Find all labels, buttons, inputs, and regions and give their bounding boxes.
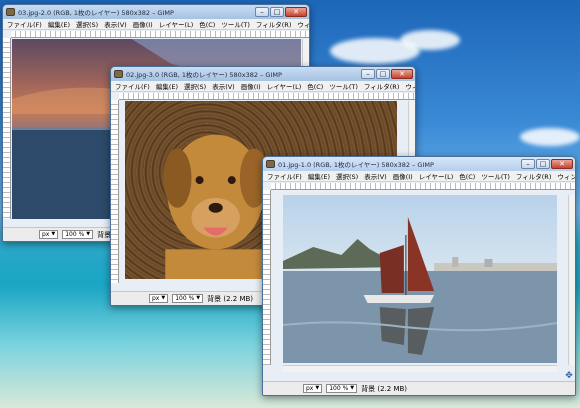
menu-layer[interactable]: レイヤー(L): [419, 171, 454, 181]
unit-select[interactable]: px ▼: [303, 384, 323, 393]
horizontal-ruler[interactable]: [271, 183, 575, 190]
sailboat-photo: [283, 217, 557, 363]
zoom-value: 100 %: [329, 385, 349, 392]
desktop-cloud: [520, 128, 580, 146]
zoom-select[interactable]: 100 % ▼: [62, 230, 94, 239]
status-bar: px ▼ 100 % ▼ 背景 (2.2 MB): [263, 381, 575, 395]
window-title: 02.jpg-3.0 (RGB, 1枚のレイヤー) 580x382 – GIMP: [126, 71, 282, 79]
vertical-ruler[interactable]: [111, 100, 119, 283]
menu-view[interactable]: 表示(V): [104, 19, 127, 29]
close-button[interactable]: ✕: [391, 69, 413, 79]
menu-edit[interactable]: 編集(E): [308, 171, 330, 181]
menu-select[interactable]: 選択(S): [336, 171, 358, 181]
menu-file[interactable]: ファイル(F): [7, 19, 42, 29]
menu-layer[interactable]: レイヤー(L): [159, 19, 194, 29]
gimp-app-icon: [6, 8, 15, 16]
minimize-button[interactable]: –: [255, 7, 269, 17]
menu-filters[interactable]: フィルタ(R): [364, 81, 399, 91]
menu-filters[interactable]: フィルタ(R): [516, 171, 551, 181]
menu-file[interactable]: ファイル(F): [267, 171, 302, 181]
menu-bar: ファイル(F) 編集(E) 選択(S) 表示(V) 画像(I) レイヤー(L) …: [111, 81, 415, 92]
menu-tools[interactable]: ツール(T): [481, 171, 510, 181]
chevron-down-icon: ▼: [315, 385, 320, 391]
close-button[interactable]: ✕: [551, 159, 573, 169]
menu-view[interactable]: 表示(V): [212, 81, 235, 91]
chevron-down-icon: ▼: [350, 385, 355, 391]
gimp-window-01[interactable]: 01.jpg-1.0 (RGB, 1枚のレイヤー) 580x382 – GIMP…: [262, 156, 576, 396]
zoom-select[interactable]: 100 % ▼: [172, 294, 204, 303]
maximize-button[interactable]: □: [376, 69, 390, 79]
menu-image[interactable]: 画像(I): [241, 81, 261, 91]
menu-filters[interactable]: フィルタ(R): [256, 19, 291, 29]
menu-file[interactable]: ファイル(F): [115, 81, 150, 91]
menu-view[interactable]: 表示(V): [364, 171, 387, 181]
gimp-app-icon: [114, 70, 123, 78]
menu-colors[interactable]: 色(C): [199, 19, 215, 29]
menu-select[interactable]: 選択(S): [76, 19, 98, 29]
unit-select[interactable]: px ▼: [149, 294, 169, 303]
vertical-scrollbar[interactable]: [568, 195, 575, 365]
navigate-icon[interactable]: ✥: [564, 371, 574, 381]
gimp-app-icon: [266, 160, 275, 168]
menu-tools[interactable]: ツール(T): [221, 19, 250, 29]
image-canvas[interactable]: [283, 195, 557, 363]
menu-windows[interactable]: ウィンドウ: [557, 171, 575, 181]
unit-value: px: [152, 295, 160, 302]
window-title: 01.jpg-1.0 (RGB, 1枚のレイヤー) 580x382 – GIMP: [278, 161, 434, 169]
close-button[interactable]: ✕: [285, 7, 307, 17]
menu-edit[interactable]: 編集(E): [156, 81, 178, 91]
menu-windows[interactable]: ウィンドウ: [297, 19, 309, 29]
unit-value: px: [42, 231, 50, 238]
zoom-select[interactable]: 100 % ▼: [326, 384, 358, 393]
chevron-down-icon: ▼: [86, 231, 91, 237]
window-titlebar[interactable]: 03.jpg-2.0 (RGB, 1枚のレイヤー) 580x382 – GIMP…: [3, 5, 309, 19]
menu-edit[interactable]: 編集(E): [48, 19, 70, 29]
maximize-button[interactable]: □: [270, 7, 284, 17]
horizontal-scrollbar[interactable]: [283, 365, 557, 372]
menu-layer[interactable]: レイヤー(L): [267, 81, 302, 91]
menu-bar: ファイル(F) 編集(E) 選択(S) 表示(V) 画像(I) レイヤー(L) …: [263, 171, 575, 182]
desktop-cloud: [400, 30, 460, 50]
horizontal-ruler[interactable]: [11, 31, 309, 38]
status-text: 背景 (2.2 MB): [361, 384, 408, 393]
window-titlebar[interactable]: 02.jpg-3.0 (RGB, 1枚のレイヤー) 580x382 – GIMP…: [111, 67, 415, 81]
maximize-button[interactable]: □: [536, 159, 550, 169]
menu-colors[interactable]: 色(C): [307, 81, 323, 91]
minimize-button[interactable]: –: [361, 69, 375, 79]
menu-image[interactable]: 画像(I): [133, 19, 153, 29]
window-titlebar[interactable]: 01.jpg-1.0 (RGB, 1枚のレイヤー) 580x382 – GIMP…: [263, 157, 575, 171]
menu-bar: ファイル(F) 編集(E) 選択(S) 表示(V) 画像(I) レイヤー(L) …: [3, 19, 309, 30]
minimize-button[interactable]: –: [521, 159, 535, 169]
unit-select[interactable]: px ▼: [39, 230, 59, 239]
vertical-ruler[interactable]: [263, 190, 271, 365]
chevron-down-icon: ▼: [161, 295, 166, 301]
zoom-value: 100 %: [175, 295, 195, 302]
menu-tools[interactable]: ツール(T): [329, 81, 358, 91]
menu-select[interactable]: 選択(S): [184, 81, 206, 91]
horizontal-ruler[interactable]: [119, 93, 415, 100]
vertical-ruler[interactable]: [3, 38, 11, 219]
menu-colors[interactable]: 色(C): [459, 171, 475, 181]
menu-image[interactable]: 画像(I): [393, 171, 413, 181]
menu-windows[interactable]: ウィンド: [405, 81, 415, 91]
status-text: 背景 (2.2 MB): [207, 294, 254, 303]
zoom-value: 100 %: [65, 231, 85, 238]
chevron-down-icon: ▼: [51, 231, 56, 237]
chevron-down-icon: ▼: [196, 295, 201, 301]
unit-value: px: [306, 385, 314, 392]
window-title: 03.jpg-2.0 (RGB, 1枚のレイヤー) 580x382 – GIMP: [18, 9, 174, 17]
